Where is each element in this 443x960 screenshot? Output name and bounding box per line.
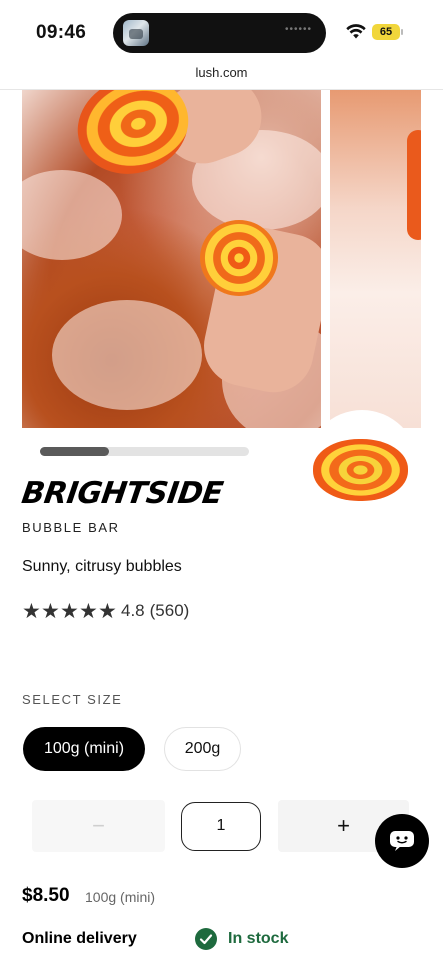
product-tagline: Sunny, citrusy bubbles xyxy=(22,558,182,575)
url-text: lush.com xyxy=(195,65,248,80)
media-thumbnail xyxy=(123,20,149,46)
product-rating[interactable]: ★ ★ ★ ★ ★ 4.8 (560) xyxy=(22,600,189,622)
product-gallery[interactable] xyxy=(0,90,443,430)
battery-icon: 65 xyxy=(372,24,403,40)
star-icon: ★ xyxy=(60,599,79,623)
price-size-note: 100g (mini) xyxy=(85,889,156,905)
product-photo-bath[interactable] xyxy=(22,90,321,428)
product-price: $8.50 xyxy=(22,885,70,906)
island-indicator: •••••• xyxy=(284,24,312,35)
chat-button[interactable] xyxy=(375,814,429,868)
rating-stars: ★ ★ ★ ★ ★ xyxy=(22,599,117,623)
star-icon: ★ xyxy=(79,599,98,623)
quantity-input[interactable]: 1 xyxy=(181,802,261,851)
gallery-progress-fill xyxy=(40,447,109,456)
check-circle-icon xyxy=(195,928,217,950)
star-icon: ★ xyxy=(41,599,60,623)
product-title: BRIGHTSIDE xyxy=(19,476,225,511)
address-bar[interactable]: lush.com xyxy=(0,62,443,90)
delivery-label: Online delivery xyxy=(22,930,137,947)
stock-status: In stock xyxy=(228,930,289,947)
star-icon: ★ xyxy=(98,599,117,623)
size-option-200g[interactable]: 200g xyxy=(164,727,241,771)
size-option-100g[interactable]: 100g (mini) xyxy=(23,727,145,771)
product-category: BUBBLE BAR xyxy=(22,520,120,535)
star-icon: ★ xyxy=(22,599,41,623)
status-bar: 09:46 •••••• 65 xyxy=(0,0,443,62)
bubble-bar-thumbnail-image xyxy=(313,439,408,501)
status-time: 09:46 xyxy=(36,22,87,43)
rating-count: (560) xyxy=(149,601,190,620)
dynamic-island[interactable]: •••••• xyxy=(113,13,326,53)
gallery-progress xyxy=(40,447,249,456)
quantity-decrease-button[interactable]: − xyxy=(32,800,165,852)
wifi-icon xyxy=(346,24,366,39)
size-selector-label: SELECT SIZE xyxy=(22,692,123,707)
chat-icon xyxy=(390,831,414,851)
rating-value: 4.8 xyxy=(121,601,145,620)
product-photo-foam[interactable] xyxy=(330,90,421,428)
